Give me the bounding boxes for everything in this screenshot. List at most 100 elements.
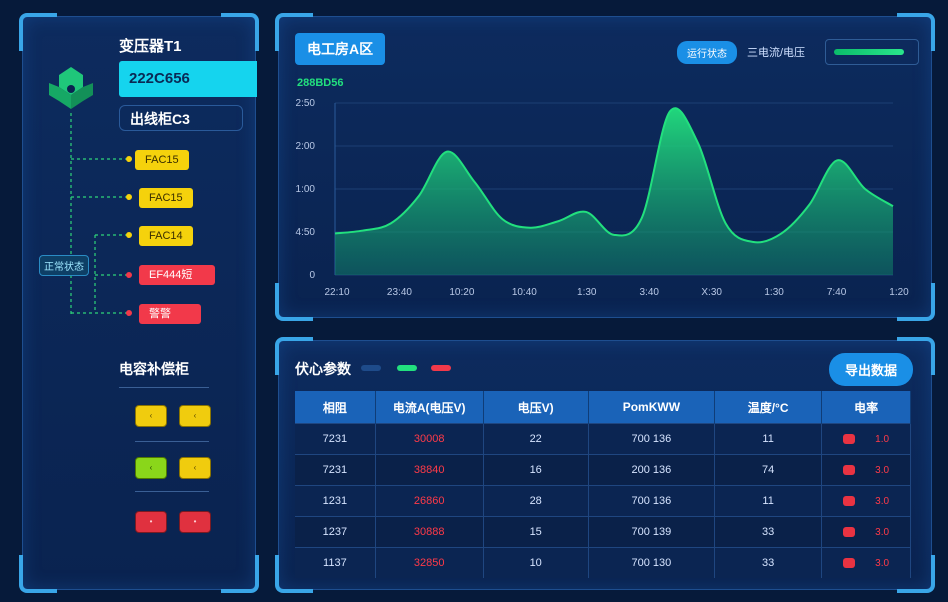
parameter-table-panel: 伏心参数 导出数据 相阻 电流A(电压V) 电压V) PomKWW 温度/°C … [275, 337, 935, 593]
x-tick-label: 7:40 [827, 287, 847, 298]
table-cell: 38840 [375, 454, 484, 486]
table-row[interactable]: 1237 30888 15 700 139 33 3.0 [295, 516, 911, 548]
table-cell: 33 [714, 547, 823, 578]
status-cell: 3.0 [821, 516, 911, 548]
column-header[interactable]: PomKWW [588, 391, 715, 424]
alarm-icon [843, 527, 856, 538]
column-header[interactable]: 电率 [821, 391, 911, 424]
table-cell: 1237 [295, 516, 376, 548]
status-cell: 3.0 [821, 485, 911, 517]
x-tick-label: 22:10 [324, 287, 349, 298]
x-tick-label: 10:40 [512, 287, 537, 298]
table-cell: 7231 [295, 454, 376, 486]
chart-panel: 电工房A区 运行状态 三电流/电压 288BD56 0 4:50 1:00 2:00 2… [275, 13, 935, 321]
column-header[interactable]: 电流A(电压V) [375, 391, 484, 424]
transformer-icon [49, 67, 93, 109]
table-cell: 7231 [295, 423, 376, 455]
table-row[interactable]: 1137 32850 10 700 130 33 3.0 [295, 547, 911, 578]
y-tick-label: 0 [309, 270, 315, 281]
y-tick-label: 1:00 [296, 184, 316, 195]
divider [135, 441, 209, 442]
table-cell: 1137 [295, 547, 376, 578]
table-cell: 15 [483, 516, 589, 548]
table-cell: 700 139 [588, 516, 715, 548]
status-value: 1.0 [875, 434, 890, 445]
transformer-code-box[interactable]: 222C656 [119, 61, 257, 97]
table-cell: 10 [483, 547, 589, 578]
table-cell: 700 136 [588, 423, 715, 455]
status-value: 3.0 [875, 496, 890, 507]
table-cell: 30888 [375, 516, 484, 548]
capacitor-switch[interactable]: ‹ [179, 405, 211, 427]
legend-swatch [361, 365, 381, 371]
table-cell: 700 130 [588, 547, 715, 578]
x-tick-label: 23:40 [387, 287, 412, 298]
export-data-button[interactable]: 导出数据 [828, 353, 913, 386]
alarm-tag[interactable]: 警警 [139, 304, 201, 324]
table-row[interactable]: 1231 26860 28 700 136 11 3.0 [295, 485, 911, 517]
x-tick-label: 1:30 [577, 287, 597, 298]
branch-tag[interactable]: FAC14 [139, 226, 193, 246]
divider [119, 387, 209, 388]
table-cell: 22 [483, 423, 589, 455]
column-header[interactable]: 温度/°C [714, 391, 823, 424]
branch-tag[interactable]: FAC15 [139, 188, 193, 208]
y-tick-label: 2:00 [296, 141, 316, 152]
divider [135, 491, 209, 492]
capacitor-switch[interactable]: • [135, 511, 167, 533]
topology-panel: 变压器T1 222C656 出线柜C3 正常状态 FAC15 FAC15 FAC… [19, 13, 259, 593]
column-header[interactable]: 电压V) [483, 391, 589, 424]
alarm-icon [843, 496, 856, 507]
table-cell: 26860 [375, 485, 484, 517]
alarm-icon [843, 465, 856, 476]
status-value: 3.0 [875, 558, 890, 569]
table-cell: 32850 [375, 547, 484, 578]
status-value: 3.0 [875, 527, 890, 538]
capacitor-switch[interactable]: • [179, 511, 211, 533]
status-value: 3.0 [875, 465, 890, 476]
table-header-row: 相阻 电流A(电压V) 电压V) PomKWW 温度/°C 电率 [295, 391, 911, 424]
table-cell: 11 [714, 423, 823, 455]
table-row[interactable]: 7231 38840 16 200 136 74 3.0 [295, 454, 911, 486]
x-tick-label: 3:40 [639, 287, 659, 298]
x-tick-label: 1:30 [764, 287, 784, 298]
capacitor-switch[interactable]: ‹ [135, 457, 167, 479]
table-cell: 200 136 [588, 454, 715, 486]
alarm-icon [843, 558, 856, 569]
area-chart: 0 4:50 1:00 2:00 2:50 22:10 23:40 10:20 10:40 1:3… [296, 98, 910, 298]
table-row[interactable]: 7231 30008 22 700 136 11 1.0 [295, 423, 911, 455]
alarm-tag[interactable]: EF444短 [139, 265, 215, 285]
y-tick-label: 4:50 [296, 227, 316, 238]
y-tick-label: 2:50 [296, 98, 316, 109]
status-cell: 3.0 [821, 547, 911, 578]
column-header[interactable]: 相阻 [295, 391, 376, 424]
table-title: 伏心参数 [295, 361, 351, 377]
x-tick-label: 10:20 [449, 287, 474, 298]
parameter-table: 相阻 电流A(电压V) 电压V) PomKWW 温度/°C 电率 7231 300… [295, 391, 911, 578]
x-tick-label: X:30 [701, 287, 722, 298]
state-badge: 正常状态 [39, 255, 89, 276]
table-cell: 33 [714, 516, 823, 548]
capacitor-title: 电容补偿柜 [119, 361, 189, 377]
frame-corner [19, 555, 57, 593]
alarm-icon [843, 434, 856, 445]
legend-swatch [431, 365, 451, 371]
x-tick-label: 1:20 [889, 287, 909, 298]
capacitor-switch[interactable]: ‹ [135, 405, 167, 427]
cabinet-label[interactable]: 出线柜C3 [119, 105, 243, 131]
table-cell: 74 [714, 454, 823, 486]
table-cell: 1231 [295, 485, 376, 517]
legend-swatch [397, 365, 417, 371]
table-cell: 30008 [375, 423, 484, 455]
capacitor-switch[interactable]: ‹ [179, 457, 211, 479]
table-cell: 700 136 [588, 485, 715, 517]
transformer-title: 变压器T1 [119, 38, 182, 55]
table-cell: 11 [714, 485, 823, 517]
table-cell: 16 [483, 454, 589, 486]
area-fill [335, 108, 893, 275]
status-cell: 1.0 [821, 423, 911, 455]
status-cell: 3.0 [821, 454, 911, 486]
frame-corner [221, 555, 259, 593]
table-cell: 28 [483, 485, 589, 517]
branch-tag[interactable]: FAC15 [135, 150, 189, 170]
